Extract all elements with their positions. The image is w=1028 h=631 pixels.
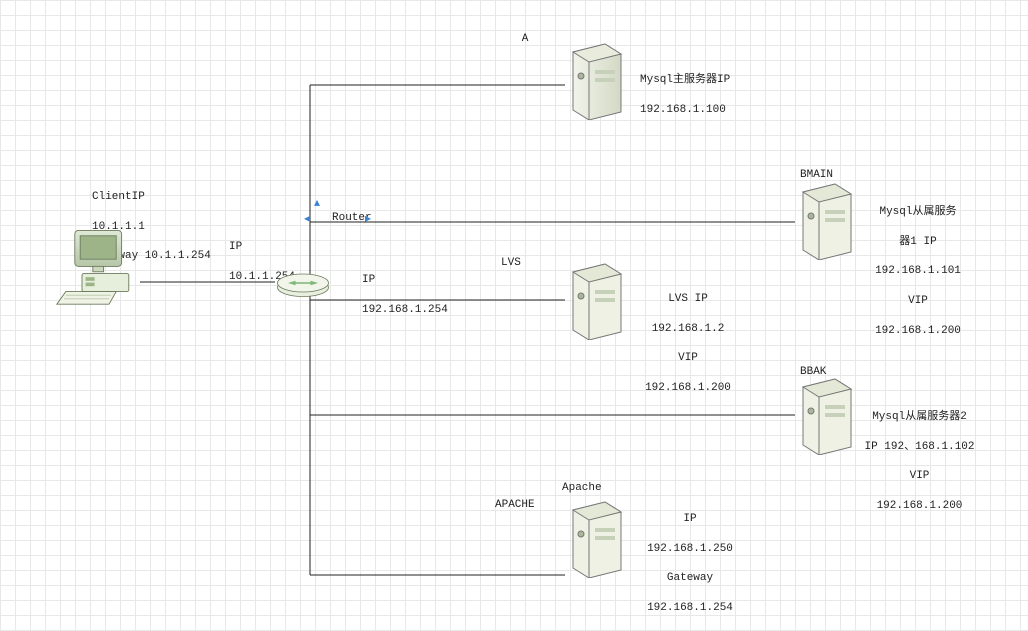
server-bbak-icon <box>795 375 855 455</box>
server-apache-icon <box>565 498 625 578</box>
client-pc-icon <box>55 225 145 315</box>
node-bmain-d1: Mysql从属服务 <box>868 205 968 220</box>
node-a-desc2: 192.168.1.100 <box>640 103 730 118</box>
router-lan-ip: 192.168.1.254 <box>362 303 448 318</box>
node-apache-d4: 192.168.1.254 <box>640 601 740 616</box>
node-bmain-desc: Mysql从属服务 器1 IP 192.168.1.101 VIP 192.16… <box>868 190 968 353</box>
server-lvs-icon <box>565 260 625 340</box>
router-wan-key: IP <box>229 240 295 255</box>
node-bmain-d3: 192.168.1.101 <box>868 264 968 279</box>
tick-left: ◂ <box>304 211 310 226</box>
node-lvs-d3: VIP <box>638 351 738 366</box>
node-apache-desc: IP 192.168.1.250 Gateway 192.168.1.254 <box>640 497 740 631</box>
node-apache-d2: 192.168.1.250 <box>640 542 740 557</box>
node-apache-title: Apache <box>562 481 602 496</box>
server-a-icon <box>565 40 625 120</box>
node-a-desc: Mysql主服务器IP 192.168.1.100 <box>640 58 730 132</box>
node-lvs-name: LVS <box>501 256 521 271</box>
node-bbak-d2: IP 192、168.1.102 <box>862 440 977 455</box>
node-bmain-d2: 器1 IP <box>868 235 968 250</box>
server-bmain-icon <box>795 180 855 260</box>
router-lan-key: IP <box>362 273 448 288</box>
node-a-name: A <box>515 32 535 47</box>
node-apache-d3: Gateway <box>640 571 740 586</box>
tick-right: ▸ <box>365 211 371 226</box>
node-bbak-d1: Mysql从属服务器2 <box>862 410 977 425</box>
node-lvs-d4: 192.168.1.200 <box>638 381 738 396</box>
node-lvs-desc: LVS IP 192.168.1.2 VIP 192.168.1.200 <box>638 277 738 411</box>
node-apache-d1: IP <box>640 512 740 527</box>
node-lvs-d1: LVS IP <box>638 292 738 307</box>
node-apache-name: APACHE <box>495 498 535 513</box>
node-bbak-d3: VIP <box>862 469 977 484</box>
router-icon <box>273 265 333 301</box>
client-title: ClientIP <box>92 190 211 205</box>
node-bmain-d5: 192.168.1.200 <box>868 324 968 339</box>
node-bbak-desc: Mysql从属服务器2 IP 192、168.1.102 VIP 192.168… <box>862 395 977 529</box>
node-bbak-d4: 192.168.1.200 <box>862 499 977 514</box>
router-lan-label: IP 192.168.1.254 <box>362 258 448 332</box>
diagram-canvas: ClientIP 10.1.1.1 Gateway 10.1.1.254 <box>0 0 1028 612</box>
node-bmain-d4: VIP <box>868 294 968 309</box>
node-lvs-d2: 192.168.1.2 <box>638 322 738 337</box>
tick-up: ▴ <box>314 195 320 210</box>
node-a-desc1: Mysql主服务器IP <box>640 73 730 88</box>
